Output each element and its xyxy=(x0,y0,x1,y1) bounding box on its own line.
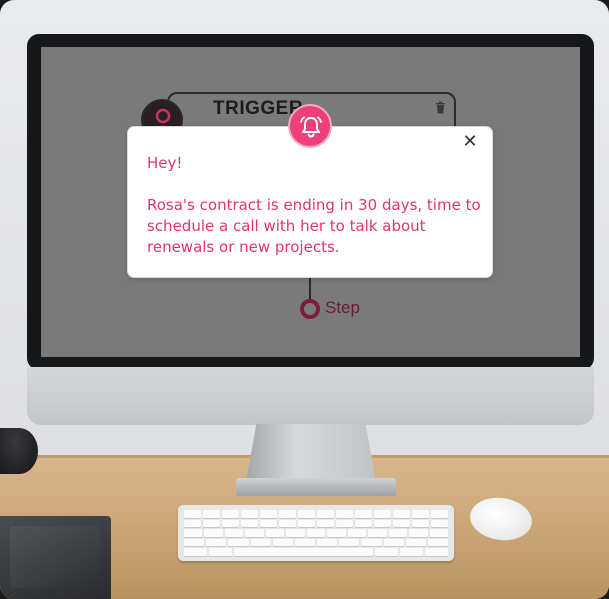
laptop-sheen xyxy=(10,526,100,588)
notification-popup: ✕ Hey! Rosa's contract is ending in 30 d… xyxy=(127,126,493,278)
photo-scene: TRIGGER Step ✕ Hey! Rosa's contract is e… xyxy=(0,0,609,599)
notification-message: Hey! Rosa's contract is ending in 30 day… xyxy=(147,153,487,258)
close-icon[interactable]: ✕ xyxy=(460,132,480,152)
monitor-screen: TRIGGER Step ✕ Hey! Rosa's contract is e… xyxy=(41,47,580,357)
notification-body: Rosa's contract is ending in 30 days, ti… xyxy=(147,196,481,256)
keyboard xyxy=(178,505,454,561)
monitor-stand xyxy=(246,424,376,482)
bell-icon xyxy=(288,104,332,148)
step-node-icon[interactable] xyxy=(300,299,320,319)
trash-icon[interactable] xyxy=(435,99,446,114)
laptop xyxy=(0,516,111,599)
flow-connector xyxy=(309,276,311,301)
step-label[interactable]: Step xyxy=(325,298,360,318)
speaker xyxy=(0,428,38,474)
monitor-chin xyxy=(27,367,594,425)
monitor-stand-base xyxy=(236,478,396,496)
notification-greeting: Hey! xyxy=(147,154,183,172)
